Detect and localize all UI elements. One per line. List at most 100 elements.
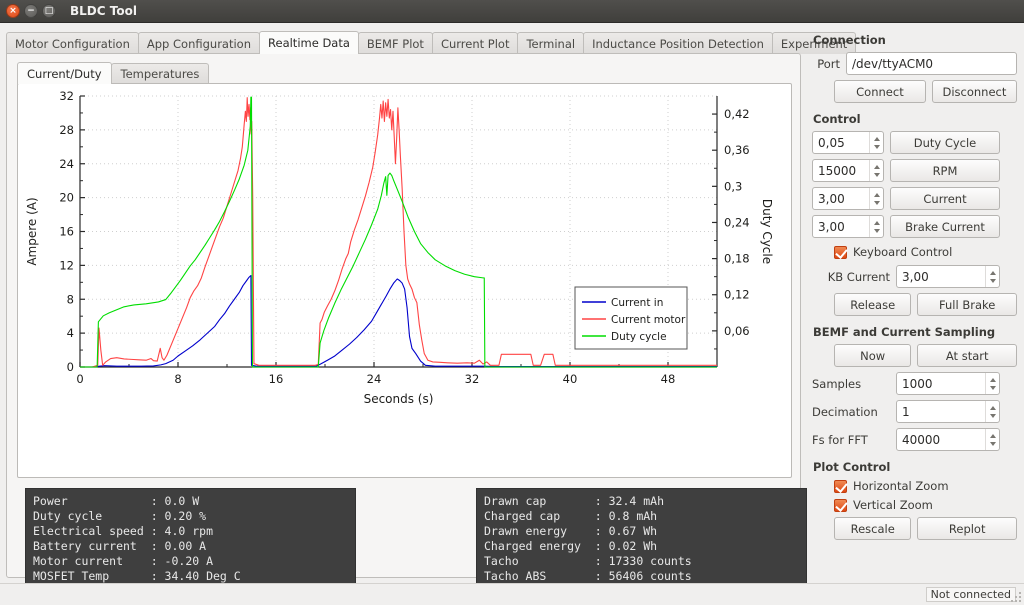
chevron-down-icon[interactable] [873,200,880,205]
decimation-spinbox[interactable]: 1 [896,400,1000,423]
rpm-stepper[interactable] [869,160,883,181]
chart-canvas[interactable]: 0481216202428320,060,120,180,240,30,360,… [18,84,791,477]
tab-temperatures[interactable]: Temperatures [110,63,210,84]
chevron-down-icon[interactable] [989,278,996,283]
svg-text:8: 8 [174,372,181,386]
realtime-data-panel: Current/Duty Temperatures 0 4 8 12 16 20 24 28 3… [6,53,807,602]
brake-current-button[interactable]: Brake Current [890,215,1000,238]
status-bar: Not connected [0,583,1024,605]
current-stepper[interactable] [869,188,883,209]
disconnect-button[interactable]: Disconnect [931,80,1017,103]
chevron-up-icon[interactable] [989,270,996,275]
kb-current-spinbox[interactable]: 3,00 [896,265,1000,288]
samples-value[interactable]: 1000 [897,377,985,391]
horizontal-zoom-checkbox-box[interactable] [834,479,847,493]
window-title: BLDC Tool [70,4,137,18]
keyboard-control-checkbox[interactable]: Keyboard Control [834,245,1017,259]
duty-cycle-spinbox[interactable]: 0,05 [812,131,884,154]
decimation-row: Decimation 1 [812,400,1017,423]
tab-current-duty[interactable]: Current/Duty [17,62,112,84]
svg-text:32: 32 [465,372,480,386]
realtime-chart[interactable]: 0 4 8 12 16 20 24 28 32 0,06 0,12 0,18 0,24 0,3 0,36 0,… [17,83,792,478]
rescale-replot-row: Rescale Replot [812,517,1017,540]
svg-text:0: 0 [76,372,83,386]
minimize-icon[interactable]: − [24,4,38,18]
close-icon[interactable]: × [6,4,20,18]
horizontal-zoom-label: Horizontal Zoom [853,479,949,493]
tab-motor-configuration[interactable]: Motor Configuration [6,32,139,54]
replot-button[interactable]: Replot [917,517,1017,540]
svg-text:0,12: 0,12 [724,288,750,302]
vertical-zoom-checkbox-box[interactable] [834,498,847,512]
chevron-down-icon[interactable] [873,144,880,149]
samples-stepper[interactable] [985,373,999,394]
chevron-up-icon[interactable] [873,164,880,169]
connect-button[interactable]: Connect [834,80,926,103]
kb-current-stepper[interactable] [985,266,999,287]
decimation-stepper[interactable] [985,401,999,422]
current-spinbox[interactable]: 3,00 [812,187,884,210]
samples-spinbox[interactable]: 1000 [896,372,1000,395]
full-brake-button[interactable]: Full Brake [917,293,1017,316]
horizontal-zoom-checkbox[interactable]: Horizontal Zoom [834,479,1017,493]
chevron-up-icon[interactable] [873,136,880,141]
fs-for-fft-stepper[interactable] [985,429,999,450]
svg-text:16: 16 [59,225,74,239]
rpm-value[interactable]: 15000 [813,164,869,178]
rpm-spinbox[interactable]: 15000 [812,159,884,182]
svg-text:24: 24 [59,157,74,171]
tab-current-plot[interactable]: Current Plot [431,32,519,54]
chevron-down-icon[interactable] [989,385,996,390]
duty-cycle-value[interactable]: 0,05 [813,136,869,150]
window-buttons: × − □ [6,4,56,18]
resize-grip-icon[interactable] [1010,591,1022,603]
vertical-zoom-label: Vertical Zoom [853,498,933,512]
sampling-group-title: BEMF and Current Sampling [813,325,996,339]
fs-for-fft-spinbox[interactable]: 40000 [896,428,1000,451]
kb-current-label: KB Current [827,269,890,284]
svg-text:40: 40 [563,372,578,386]
kb-current-value[interactable]: 3,00 [897,270,985,284]
chevron-down-icon[interactable] [989,441,996,446]
chevron-up-icon[interactable] [989,377,996,382]
kb-current-row: KB Current 3,00 [812,265,1017,288]
port-input[interactable]: /dev/ttyACM0 [846,52,1017,75]
main-tab-bar: Motor Configuration App Configuration Re… [6,31,857,54]
duty-cycle-button[interactable]: Duty Cycle [890,131,1000,154]
tab-realtime-data[interactable]: Realtime Data [259,31,359,54]
decimation-label: Decimation [812,404,878,419]
port-label: Port [817,56,840,71]
rpm-button[interactable]: RPM [890,159,1000,182]
sample-at-start-button[interactable]: At start [917,344,1017,367]
duty-cycle-stepper[interactable] [869,132,883,153]
chevron-up-icon[interactable] [873,192,880,197]
current-value[interactable]: 3,00 [813,192,869,206]
tab-app-configuration[interactable]: App Configuration [137,32,261,54]
sample-now-button[interactable]: Now [834,344,912,367]
chevron-down-icon[interactable] [989,413,996,418]
connection-group-title: Connection [813,33,886,47]
chevron-down-icon[interactable] [873,172,880,177]
chevron-up-icon[interactable] [989,405,996,410]
chevron-down-icon[interactable] [873,228,880,233]
maximize-icon[interactable]: □ [42,4,56,18]
chevron-up-icon[interactable] [989,433,996,438]
current-button[interactable]: Current [890,187,1000,210]
brake-current-value[interactable]: 3,00 [813,220,869,234]
brake-current-stepper[interactable] [869,216,883,237]
chevron-up-icon[interactable] [873,220,880,225]
vertical-zoom-checkbox[interactable]: Vertical Zoom [834,498,1017,512]
tab-bemf-plot[interactable]: BEMF Plot [357,32,433,54]
tab-inductance-position-detection[interactable]: Inductance Position Detection [583,32,773,54]
svg-text:Seconds (s): Seconds (s) [364,392,434,406]
plot-tab-bar: Current/Duty Temperatures [17,62,210,84]
brake-current-spinbox[interactable]: 3,00 [812,215,884,238]
control-group-title: Control [813,112,861,126]
svg-text:28: 28 [59,123,74,137]
keyboard-control-checkbox-box[interactable] [834,245,847,259]
fs-for-fft-value[interactable]: 40000 [897,433,985,447]
rescale-button[interactable]: Rescale [834,517,912,540]
tab-terminal[interactable]: Terminal [517,32,585,54]
release-button[interactable]: Release [834,293,912,316]
decimation-value[interactable]: 1 [897,405,985,419]
